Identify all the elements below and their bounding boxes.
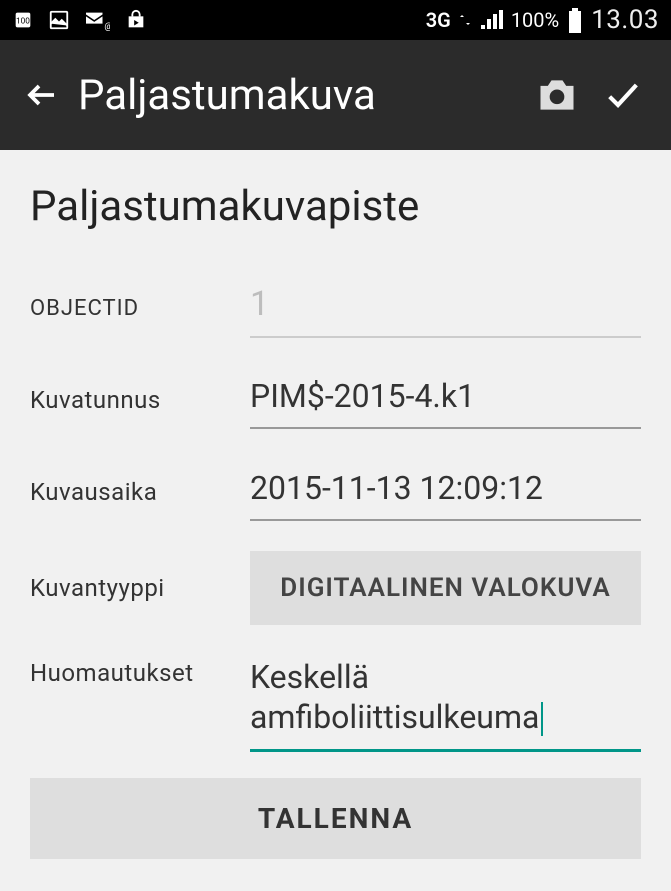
text-cursor [541,702,543,736]
label-kuvatunnus: Kuvatunnus [30,386,250,414]
field-objectid: 1 [250,278,641,338]
camera-button[interactable] [529,67,585,123]
row-kuvausaika: Kuvausaika 2015-11-13 12:09:12 [30,459,641,525]
camera-icon [535,75,579,115]
play-store-icon [124,9,148,31]
clock-label: 13.03 [591,5,659,35]
row-kuvantyyppi: Kuvantyyppi DIGITAALINEN VALOKUVA [30,551,641,625]
row-kuvatunnus: Kuvatunnus PIM$-2015-4.k1 [30,367,641,433]
label-objectid: OBJECTID [30,296,250,321]
field-kuvatunnus[interactable]: PIM$-2015-4.k1 [250,371,641,429]
row-huomautukset: Huomautukset Keskellä amfiboliittisulkeu… [30,651,641,752]
image-icon [48,9,70,31]
page-title: Paljastumakuvapiste [30,182,641,231]
signal-icon [479,9,503,31]
field-huomautukset-text: Keskellä amfiboliittisulkeuma [250,658,539,736]
field-kuvausaika[interactable]: 2015-11-13 12:09:12 [250,463,641,521]
battery-percent-label: 100% [511,8,559,32]
battery-icon [567,7,583,33]
label-kuvantyyppi: Kuvantyyppi [30,574,250,602]
back-button[interactable] [20,73,64,117]
app-bar-title: Paljastumakuva [78,71,519,120]
status-bar: 100 @ 3G 100% 13.03 [0,0,671,40]
field-kuvantyyppi-dropdown[interactable]: DIGITAALINEN VALOKUVA [250,551,641,625]
confirm-button[interactable] [595,67,651,123]
battery-100-icon: 100 [12,9,34,31]
row-objectid: OBJECTID 1 [30,275,641,341]
app-bar: Paljastumakuva [0,40,671,150]
content-area: Paljastumakuvapiste OBJECTID 1 Kuvatunnu… [0,150,671,891]
checkmark-icon [599,75,647,115]
label-kuvausaika: Kuvausaika [30,478,250,506]
save-button[interactable]: TALLENNA [30,778,641,859]
svg-text:100: 100 [16,17,30,27]
arrow-left-icon [24,77,60,113]
mail-sync-icon: @ [84,9,110,31]
label-huomautukset: Huomautukset [30,651,250,687]
data-arrows-icon [459,11,471,29]
field-huomautukset[interactable]: Keskellä amfiboliittisulkeuma [250,651,641,752]
svg-text:@: @ [104,22,110,31]
network-type-label: 3G [426,8,451,32]
